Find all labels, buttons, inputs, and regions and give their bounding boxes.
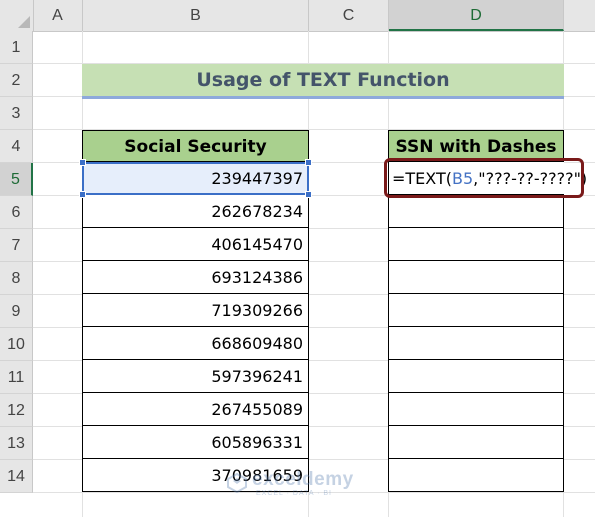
row-header-3[interactable]: 3: [0, 97, 33, 130]
row-header-11[interactable]: 11: [0, 361, 33, 394]
watermark-name: exceldemy: [252, 469, 354, 490]
selection-handle[interactable]: [305, 191, 312, 198]
ssn-cell[interactable]: 406145470: [82, 228, 309, 261]
ssn-column-header[interactable]: Social Security Numbers: [82, 130, 309, 189]
ssn-cell[interactable]: 605896331: [82, 426, 309, 459]
row-header-8[interactable]: 8: [0, 262, 33, 295]
result-cell[interactable]: [388, 426, 564, 459]
ssn-cell-b5[interactable]: 239447397: [82, 162, 309, 195]
result-cell[interactable]: [388, 393, 564, 426]
column-header-d[interactable]: D: [389, 0, 564, 31]
row-header-2[interactable]: 2: [0, 64, 33, 97]
ssn-cell[interactable]: 267455089: [82, 393, 309, 426]
ssn-cell[interactable]: 719309266: [82, 294, 309, 327]
exceldemy-logo-icon: [227, 472, 247, 494]
row-header-7[interactable]: 7: [0, 229, 33, 262]
select-all-corner[interactable]: [0, 0, 34, 31]
column-header-row: A B C D: [0, 0, 595, 32]
row-header-14[interactable]: 14: [0, 460, 33, 493]
result-cell[interactable]: [388, 228, 564, 261]
row-header-5[interactable]: 5: [0, 163, 33, 196]
column-header-a[interactable]: A: [33, 0, 83, 31]
selection-handle[interactable]: [305, 159, 312, 166]
spreadsheet-grid: A B C D 1 2 3 4 5 6 7 8 9 10 11 12 13 14…: [0, 0, 595, 517]
result-cell[interactable]: [388, 327, 564, 360]
row-header-6[interactable]: 6: [0, 196, 33, 229]
exceldemy-watermark: exceldemy EXCEL · DATA · BI: [226, 469, 376, 498]
sheet-title[interactable]: Usage of TEXT Function: [82, 64, 564, 99]
selection-handle[interactable]: [79, 191, 86, 198]
column-header-b[interactable]: B: [83, 0, 309, 31]
ssn-cell[interactable]: 668609480: [82, 327, 309, 360]
select-all-triangle-icon: [18, 16, 30, 28]
result-cell[interactable]: [388, 195, 564, 228]
result-cell[interactable]: [388, 360, 564, 393]
result-cell[interactable]: [388, 261, 564, 294]
row-header-12[interactable]: 12: [0, 394, 33, 427]
watermark-tagline: EXCEL · DATA · BI: [256, 490, 332, 497]
formula-highlight-box: [384, 158, 584, 198]
column-header-c[interactable]: C: [309, 0, 389, 31]
row-header-4[interactable]: 4: [0, 130, 33, 163]
row-header-9[interactable]: 9: [0, 295, 33, 328]
result-cell[interactable]: [388, 294, 564, 327]
row-header-13[interactable]: 13: [0, 427, 33, 460]
row-header-1[interactable]: 1: [0, 31, 33, 64]
ssn-cell[interactable]: 693124386: [82, 261, 309, 294]
result-cell[interactable]: [388, 459, 564, 492]
ssn-cell[interactable]: 262678234: [82, 195, 309, 228]
row-header-10[interactable]: 10: [0, 328, 33, 361]
selection-handle[interactable]: [79, 159, 86, 166]
ssn-cell[interactable]: 597396241: [82, 360, 309, 393]
